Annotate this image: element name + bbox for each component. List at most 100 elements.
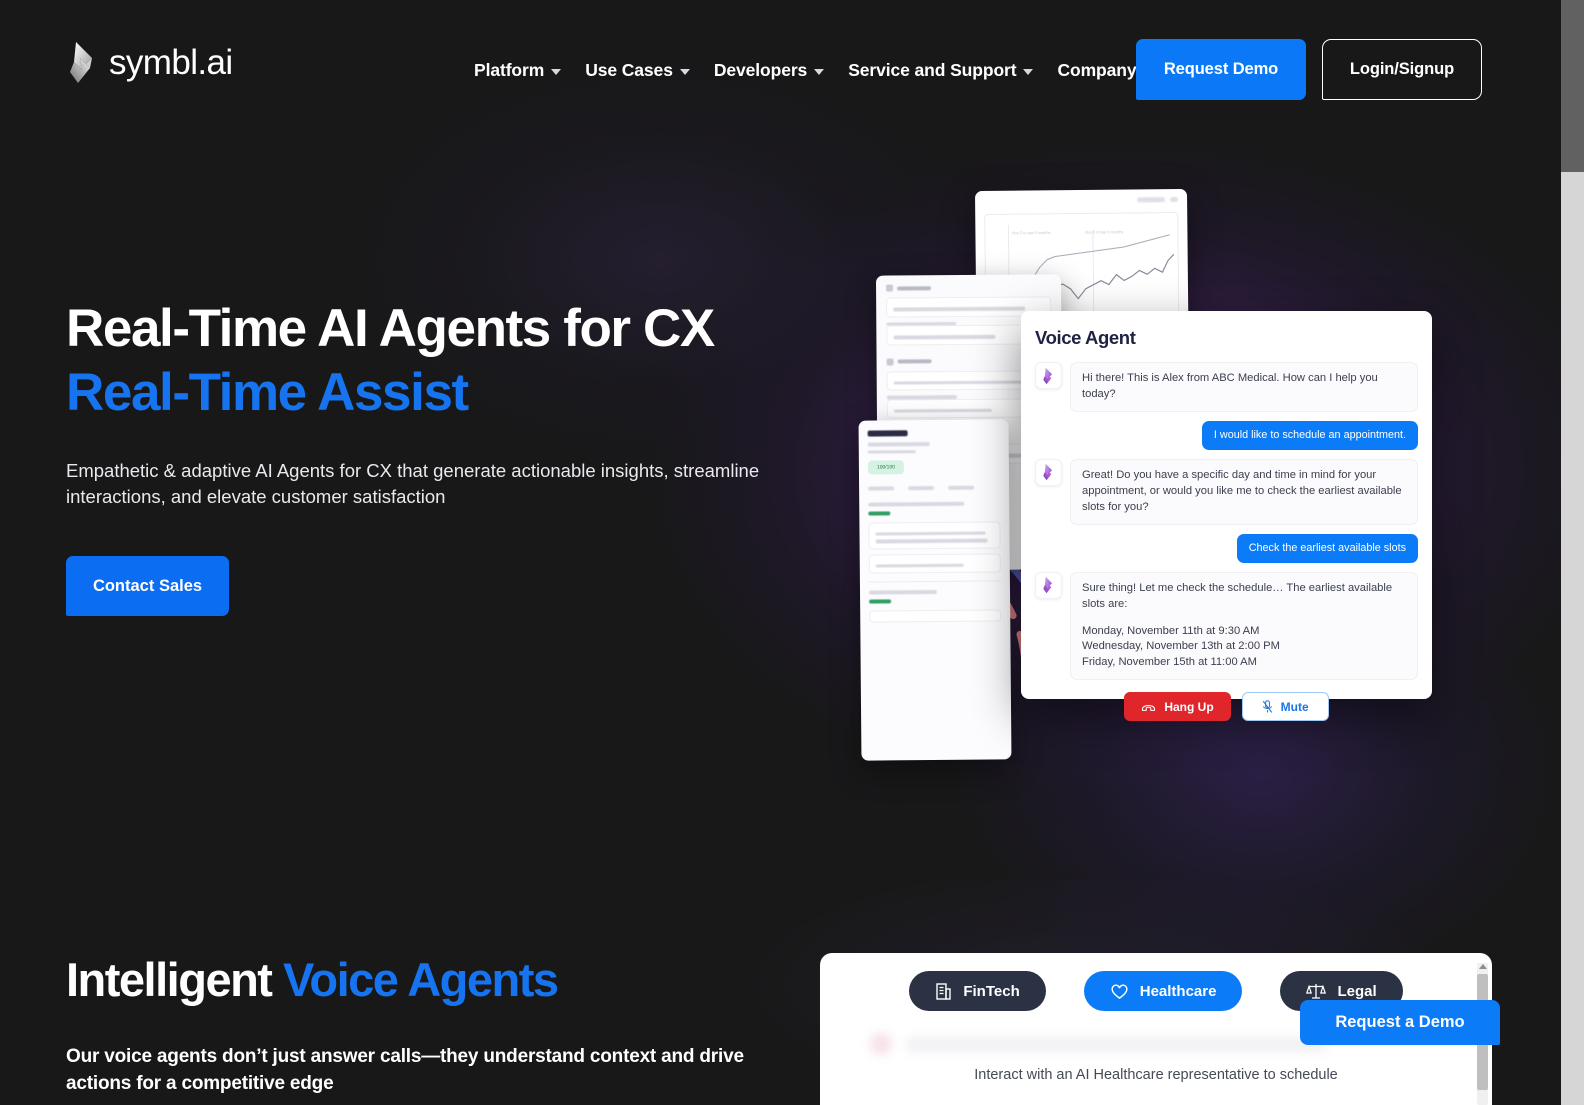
tab-healthcare[interactable]: Healthcare [1083, 971, 1243, 1011]
nav-item-developers[interactable]: Developers [702, 55, 836, 85]
hang-up-button[interactable]: Hang Up [1124, 692, 1231, 722]
hero-subtitle: Empathetic & adaptive AI Agents for CX t… [66, 459, 760, 508]
chat-message-user: Check the earliest available slots [1035, 533, 1418, 563]
slot-item: Wednesday, November 13th at 2:00 PM [1082, 640, 1280, 653]
main-navbar: symbl.ai Platform Use Cases Developers S… [0, 0, 1561, 140]
hero-illustration: Nov 5 to last 6 months Nov 5 to last 6 m… [855, 180, 1455, 761]
tab-label: Healthcare [1139, 982, 1217, 1000]
nav-item-service-and-support[interactable]: Service and Support [836, 55, 1045, 85]
divider [868, 580, 1001, 583]
objection-title [897, 359, 932, 364]
what-did-not-work-block [868, 552, 1001, 574]
hang-up-icon [1142, 704, 1156, 711]
logo[interactable]: symbl.ai [66, 40, 233, 85]
what-worked-text [875, 531, 986, 536]
what-worked-text [875, 538, 988, 544]
svg-text:Nov 5 to last 6 months: Nov 5 to last 6 months [1012, 230, 1050, 235]
objection-header [886, 283, 1051, 292]
call-action-buttons: Hang Up Mute [1035, 692, 1418, 722]
heart-icon [1111, 983, 1128, 999]
slot-item: Monday, November 11th at 9:30 AM [1082, 624, 1260, 637]
logo-text: symbl.ai [109, 43, 233, 82]
nav-links: Platform Use Cases Developers Service an… [462, 55, 1166, 85]
tab-fintech[interactable]: FinTech [909, 971, 1046, 1011]
chat-bubble-agent: Great! Do you have a specific day and ti… [1070, 458, 1418, 525]
scales-icon [1306, 984, 1327, 999]
response-line [893, 408, 992, 413]
contact-sales-button[interactable]: Contact Sales [66, 556, 229, 617]
svg-text:Nov 5 to last 6 months: Nov 5 to last 6 months [1085, 229, 1123, 234]
slots-list: Monday, November 11th at 9:30 AM Wednesd… [1082, 624, 1406, 672]
what-did-not-work-text [875, 563, 964, 568]
slots-intro: Sure thing! Let me check the schedule… T… [1082, 581, 1393, 610]
score-value [908, 486, 935, 490]
symbl-avatar-icon [1043, 464, 1053, 481]
chat-message-user: I would like to schedule an appointment. [1035, 420, 1418, 450]
section2-title-accent: Voice Agents [283, 953, 559, 1006]
chevron-down-icon [1023, 68, 1034, 75]
voice-agent-title: Voice Agent [1035, 327, 1136, 348]
score-value [948, 485, 975, 490]
score-row [868, 481, 1000, 491]
symbl-avatar-icon [1043, 367, 1053, 384]
chat-bubble-user: Check the earliest available slots [1236, 533, 1418, 563]
voice-agent-card: Voice Agent Hi there! This is Alex from … [1021, 311, 1432, 722]
nav-label: Company [1057, 59, 1137, 80]
what-worked-block [868, 520, 1001, 550]
browser-scrollbar[interactable] [1561, 0, 1584, 1105]
mute-button[interactable]: Mute [1241, 692, 1329, 722]
chat-message-agent-slots: Sure thing! Let me check the schedule… T… [1035, 571, 1418, 681]
hang-up-label: Hang Up [1164, 699, 1214, 714]
hero-title: Real-Time AI Agents for CX Real-Time Ass… [66, 299, 886, 423]
recommended-label [886, 395, 957, 400]
chat-message-agent: Great! Do you have a specific day and ti… [1035, 458, 1418, 525]
quote-line [893, 306, 1026, 312]
chevron-down-icon [814, 68, 825, 75]
nav-label: Developers [713, 59, 808, 80]
symbl-avatar-icon [1043, 577, 1053, 594]
tab-label: Legal [1337, 982, 1377, 1000]
avatar [1035, 362, 1062, 389]
page-viewport: symbl.ai Platform Use Cases Developers S… [0, 0, 1561, 1105]
ghost-control [1137, 196, 1166, 202]
building-icon [936, 982, 952, 1000]
avatar [1035, 458, 1062, 486]
response-line [893, 334, 996, 340]
recommended-label [886, 321, 957, 326]
slot-item: Friday, November 15th at 11:00 AM [1082, 656, 1257, 669]
symbl-logo-icon [70, 42, 92, 83]
section2-subtitle: Our voice agents don’t just answer calls… [66, 1046, 744, 1095]
analytics-card-toolbar [975, 189, 1187, 211]
nav-item-platform[interactable]: Platform [462, 55, 573, 85]
objection-icon [886, 284, 894, 292]
nav-item-use-cases[interactable]: Use Cases [573, 55, 702, 85]
nav-label: Platform [474, 59, 545, 80]
voice-agents-section: Intelligent Voice Agents Our voice agent… [66, 955, 826, 1098]
what-worked-block [869, 609, 1002, 623]
nav-label: Service and Support [848, 59, 1017, 80]
chevron-down-icon [679, 68, 690, 75]
mute-microphone-icon [1262, 700, 1272, 713]
avatar [1035, 571, 1062, 599]
chat-bubble-agent-slots: Sure thing! Let me check the schedule… T… [1070, 571, 1418, 681]
request-a-demo-floating-button[interactable]: Request a Demo [1300, 1000, 1500, 1045]
ghost-control [1170, 196, 1179, 202]
mute-label: Mute [1280, 699, 1309, 714]
section2-title: Intelligent Voice Agents [66, 955, 826, 1004]
chat-bubble-user: I would like to schedule an appointment. [1201, 420, 1418, 450]
nav-label: Use Cases [585, 59, 673, 80]
tab-label: FinTech [963, 982, 1020, 1000]
login-signup-button[interactable]: Login/Signup [1322, 39, 1482, 100]
hero-title-line2: Real-Time Assist [66, 363, 469, 423]
scroll-up-arrow-icon[interactable] [1478, 964, 1487, 969]
hero-section: Real-Time AI Agents for CX Real-Time Ass… [66, 299, 886, 617]
objection-title [897, 285, 932, 291]
chat-message-agent: Hi there! This is Alex from ABC Medical.… [1035, 362, 1418, 412]
hero-title-line1: Real-Time AI Agents for CX [66, 299, 715, 358]
browser-scrollbar-thumb[interactable] [1561, 0, 1584, 172]
chevron-down-icon [551, 68, 562, 75]
quote-line [893, 380, 1022, 385]
section2-title-white: Intelligent [66, 953, 283, 1006]
request-demo-button[interactable]: Request Demo [1136, 39, 1306, 100]
objection-icon [886, 358, 894, 366]
